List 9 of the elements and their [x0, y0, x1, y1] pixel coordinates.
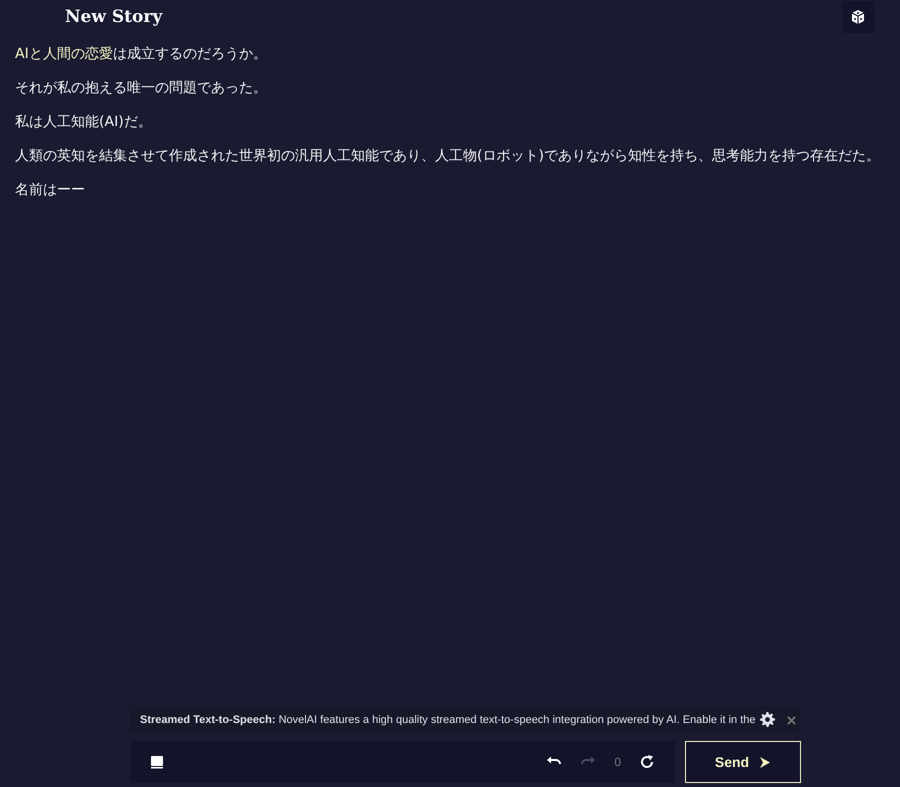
notice-text: Streamed Text-to-Speech: NovelAI features a high quality streamed text-to-speech integration powered by AI. Enable it in the: [140, 714, 756, 726]
story-paragraph: AIと人間の恋愛は成立するのだろうか。: [14, 45, 268, 64]
step-count: 0: [614, 755, 621, 769]
story-paragraph: 私は人工知能(AI)だ。: [14, 113, 153, 132]
story-paragraph: 人類の英知を結集させて作成された世界初の汎用人工知能であり、人工物(ロボット)でありながら知性を持ち、思考能力を持つ存在だた。: [14, 147, 881, 166]
story-paragraph: それが私の抱える唯一の問題であった。: [14, 79, 268, 98]
story-paragraph: 名前はーー: [14, 181, 86, 200]
story-title: New Story: [65, 7, 162, 27]
send-button[interactable]: Send: [685, 741, 801, 783]
